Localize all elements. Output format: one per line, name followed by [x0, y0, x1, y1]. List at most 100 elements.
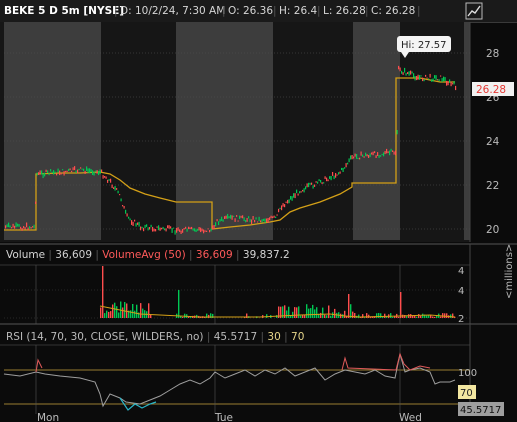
candle: [92, 170, 94, 175]
candle: [308, 182, 310, 188]
volume-tick: 4: [458, 286, 464, 297]
candle: [135, 223, 137, 227]
candle: [231, 215, 233, 220]
draw-tool-icon[interactable]: [465, 2, 483, 20]
candle: [225, 215, 227, 219]
candle: [20, 226, 22, 229]
volume-bar: [418, 314, 420, 318]
candle: [419, 75, 421, 80]
candle: [144, 224, 146, 229]
candle: [47, 170, 49, 173]
candle: [350, 155, 352, 160]
candle: [140, 226, 142, 231]
candle: [417, 74, 419, 80]
candle: [11, 227, 13, 229]
rsi-tick: 100: [458, 368, 477, 379]
candle: [272, 216, 274, 219]
date-readout: D: 10/2/24, 7:30 AM: [120, 5, 226, 17]
candle: [422, 77, 424, 82]
candle: [99, 169, 101, 174]
candle: [303, 188, 305, 193]
candle: [365, 152, 367, 157]
candle: [311, 182, 313, 185]
open-readout: O: 26.36: [228, 5, 274, 17]
candle: [110, 178, 112, 183]
candle: [420, 75, 422, 77]
volume-bar: [430, 315, 432, 318]
candle: [431, 79, 433, 82]
chart-area[interactable]: 28 26 24 22 20 Hi: 27.57 26.28 4 2 4 <mi…: [0, 22, 517, 422]
volume-bar: [428, 315, 430, 318]
candle: [80, 167, 82, 169]
candle: [243, 217, 245, 222]
volume-bar: [420, 316, 422, 318]
price-y-axis: 28 26 24 22 20: [486, 48, 500, 236]
candle: [269, 217, 271, 221]
candle: [221, 216, 223, 221]
candle: [29, 226, 31, 229]
x-label-mon: Mon: [37, 412, 59, 422]
volume-bar: [178, 290, 180, 318]
candle: [428, 78, 430, 80]
candle: [435, 75, 437, 80]
candle: [26, 222, 28, 228]
candle: [339, 171, 341, 174]
rsi-value: 45.5717: [213, 331, 258, 343]
candle: [345, 163, 347, 168]
candle: [216, 219, 218, 222]
candle: [54, 171, 56, 174]
volume-bar: [298, 306, 300, 318]
volume-bar: [398, 316, 400, 318]
candle: [305, 186, 307, 190]
candle: [264, 218, 266, 223]
candle: [392, 150, 394, 152]
candle: [45, 169, 47, 172]
candle: [300, 191, 302, 193]
volume-bar: [124, 302, 126, 318]
candle: [101, 169, 103, 172]
volume-bar: [296, 307, 298, 318]
candle: [299, 191, 301, 194]
candle: [276, 214, 278, 216]
candle: [104, 176, 106, 178]
candle: [93, 172, 95, 176]
candle: [351, 155, 353, 160]
candle: [96, 170, 98, 174]
candle: [251, 219, 253, 225]
candle: [246, 218, 248, 222]
candle: [125, 209, 127, 214]
volume-avg-value2: 39,837.2: [242, 249, 290, 261]
candle: [336, 174, 338, 176]
candle: [33, 224, 35, 229]
candle: [335, 173, 337, 178]
candle: [60, 172, 62, 175]
volume-bar: [150, 314, 152, 318]
candle: [327, 179, 329, 182]
candle: [191, 226, 193, 230]
volume-bar: [344, 310, 346, 318]
candle: [372, 151, 374, 156]
volume-value: 36,609: [55, 249, 93, 261]
volume-bar: [114, 302, 116, 318]
low-readout: L: 26.28: [323, 5, 366, 17]
candle: [323, 182, 325, 184]
candle: [77, 169, 79, 174]
candle: [270, 215, 272, 219]
candle: [393, 151, 395, 155]
candle: [174, 230, 176, 235]
candle: [240, 215, 242, 218]
candle: [180, 230, 182, 234]
candle: [65, 170, 67, 173]
candle: [51, 171, 53, 174]
candle: [432, 78, 434, 82]
price-tick: 20: [486, 224, 499, 236]
candle: [326, 177, 328, 182]
symbol-label[interactable]: BEKE 5 D 5m [NYSE]: [4, 5, 124, 17]
candle: [116, 188, 118, 190]
candle: [102, 175, 104, 179]
candle: [234, 218, 236, 222]
volume-bar: [266, 314, 268, 318]
candle: [369, 153, 371, 158]
candle: [68, 168, 70, 171]
candle: [194, 228, 196, 232]
